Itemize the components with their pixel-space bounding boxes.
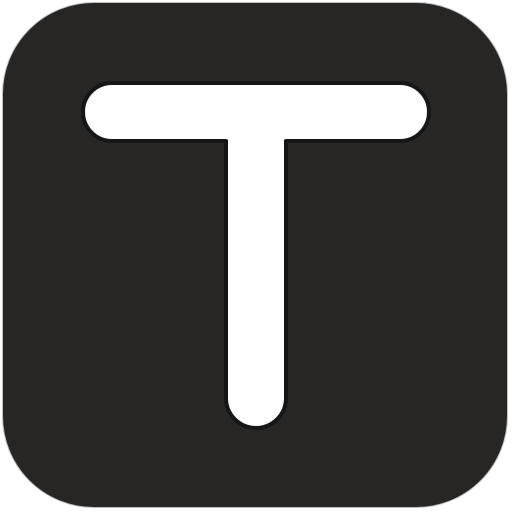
app-icon[interactable]	[2, 2, 508, 508]
letter-t-icon	[81, 81, 431, 430]
icon-canvas	[0, 0, 512, 512]
letter-t-glyph	[81, 81, 431, 430]
letter-t-shape	[81, 81, 431, 430]
